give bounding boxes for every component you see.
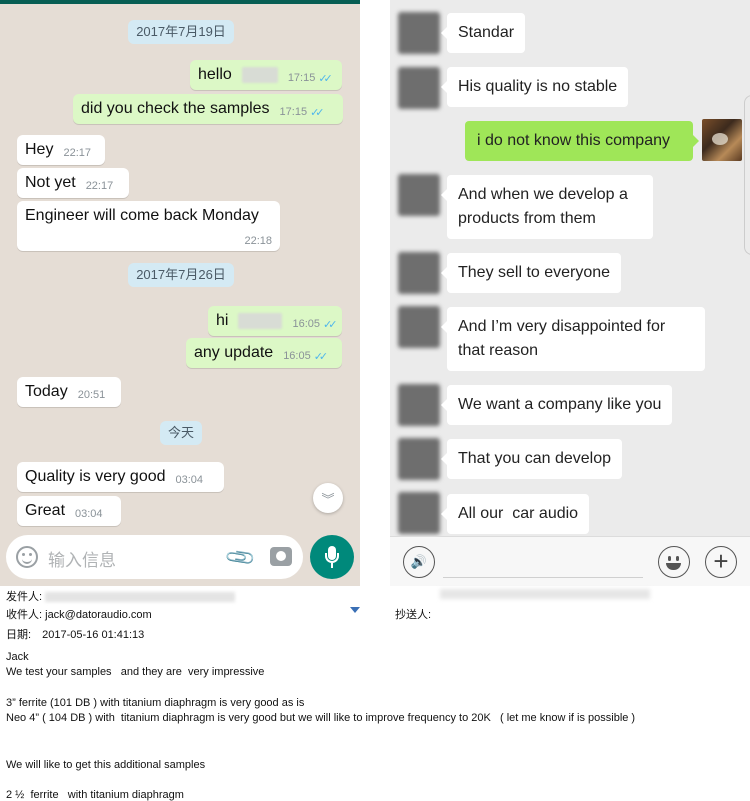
redacted-name xyxy=(241,67,278,83)
contact-avatar[interactable] xyxy=(398,67,440,109)
chevron-double-down-icon: ︾ xyxy=(321,491,335,507)
contact-avatar[interactable] xyxy=(398,252,440,294)
email-body-line: 2 ½ ferrite with titanium diaphragm xyxy=(6,789,184,801)
message-time: 22:18 xyxy=(244,235,272,247)
email-body-line: 3” ferrite (101 DB ) with titanium diaph… xyxy=(6,697,305,709)
message-time: 17:15 xyxy=(279,106,308,118)
contact-avatar[interactable] xyxy=(398,306,440,348)
expand-arrow-icon[interactable] xyxy=(350,607,360,613)
incoming-message[interactable]: And I’m very disappointed for that reaso… xyxy=(441,307,705,371)
read-ticks-icon: ✓✓ xyxy=(310,106,325,119)
message-input-placeholder[interactable]: 输入信息 xyxy=(48,546,116,571)
contact-avatar[interactable] xyxy=(398,384,440,426)
message-input[interactable] xyxy=(443,577,643,578)
wechat-chat-panel: Standar His quality is no stable i do no… xyxy=(390,0,750,586)
message-time: 22:17 xyxy=(85,180,114,192)
email-body-line: We will like to get this additional samp… xyxy=(6,759,206,771)
email-body-line: Jack xyxy=(6,651,29,663)
message-text: Today xyxy=(25,383,68,400)
message-text: Great xyxy=(25,502,66,519)
message-text: any update xyxy=(194,344,274,361)
incoming-message[interactable]: Quality is very good 03:04 xyxy=(17,462,224,492)
incoming-message[interactable]: Great 03:04 xyxy=(17,496,121,526)
to-label: 收件人: xyxy=(6,609,43,621)
read-ticks-icon: ✓✓ xyxy=(313,350,329,363)
incoming-message[interactable]: We want a company like you xyxy=(440,385,673,425)
message-time: 20:51 xyxy=(77,389,106,401)
date-separator: 今天 xyxy=(160,421,202,445)
incoming-message[interactable]: Today 20:51 xyxy=(17,377,121,407)
incoming-message[interactable]: Not yet 22:17 xyxy=(17,168,129,198)
email-panel: 发件人: 收件人: jack@datoraudio.com 抄送人: 日期: 2… xyxy=(0,586,750,801)
incoming-message[interactable]: And when we develop a products from them xyxy=(441,175,653,239)
whatsapp-header-strip xyxy=(0,0,360,4)
emoji-icon[interactable] xyxy=(658,546,690,578)
incoming-message[interactable]: His quality is no stable xyxy=(440,67,629,107)
voice-icon[interactable]: 🔊 xyxy=(403,546,435,578)
microphone-button[interactable] xyxy=(310,535,354,579)
email-body-line: Neo 4” ( 104 DB ) with titanium diaphrag… xyxy=(6,712,636,724)
message-time: 03:04 xyxy=(75,508,103,520)
message-input-bar[interactable]: 输入信息 📎 xyxy=(6,535,303,579)
contact-avatar[interactable] xyxy=(398,438,440,480)
incoming-message[interactable]: Hey 22:17 xyxy=(17,135,105,165)
outgoing-message[interactable]: hello 17:15 ✓✓ xyxy=(190,60,342,90)
wechat-input-bar: 🔊 + xyxy=(390,536,750,586)
whatsapp-chat-panel: 2017年7月19日 hello 17:15 ✓✓ did you check … xyxy=(0,0,360,586)
message-time: 22:17 xyxy=(63,147,91,159)
to-row: 收件人: jack@datoraudio.com xyxy=(6,606,152,622)
cc-row: 抄送人: xyxy=(395,606,431,622)
message-text: Engineer will come back Monday xyxy=(25,207,259,224)
date-separator: 2017年7月19日 xyxy=(128,20,234,44)
outgoing-message[interactable]: i do not know this company xyxy=(465,121,699,161)
attach-icon[interactable]: 📎 xyxy=(223,540,258,575)
outgoing-message[interactable]: any update 16:05 ✓✓ xyxy=(186,338,342,368)
from-label: 发件人: xyxy=(6,591,43,603)
message-time: 03:04 xyxy=(175,474,204,486)
from-row: 发件人: xyxy=(6,588,236,604)
read-ticks-icon: ✓✓ xyxy=(322,318,338,331)
plus-icon[interactable]: + xyxy=(705,546,737,578)
redacted-sender xyxy=(45,592,236,603)
outgoing-message[interactable]: did you check the samples 17:15 ✓✓ xyxy=(73,94,343,124)
contact-avatar[interactable] xyxy=(398,174,440,216)
message-time: 16:05 xyxy=(283,350,311,362)
message-text: hello xyxy=(198,66,232,83)
date-label: 日期: xyxy=(6,629,32,641)
incoming-message[interactable]: That you can develop xyxy=(441,439,622,479)
to-value[interactable]: jack@datoraudio.com xyxy=(45,609,152,621)
incoming-message[interactable]: Engineer will come back Monday 22:18 xyxy=(17,201,280,251)
message-text: Not yet xyxy=(25,174,76,191)
outgoing-message[interactable]: hi 16:05 ✓✓ xyxy=(208,306,342,336)
redacted-name xyxy=(238,313,283,329)
message-text: hi xyxy=(216,312,229,329)
date-row: 日期: 2017-05-16 01:41:13 xyxy=(6,626,144,642)
panel-edge xyxy=(744,95,750,255)
message-text: Hey xyxy=(25,141,54,158)
emoji-icon[interactable] xyxy=(16,546,38,568)
camera-icon[interactable] xyxy=(270,547,292,566)
message-text: did you check the samples xyxy=(81,100,270,117)
incoming-message[interactable]: All our car audio xyxy=(440,494,590,534)
incoming-message[interactable]: They sell to everyone xyxy=(440,253,622,293)
date-separator: 2017年7月26日 xyxy=(128,263,234,287)
message-time: 16:05 xyxy=(292,318,320,330)
read-ticks-icon: ✓✓ xyxy=(318,72,333,85)
self-avatar[interactable] xyxy=(702,119,742,161)
scroll-down-button[interactable]: ︾ xyxy=(313,483,343,513)
contact-avatar[interactable] xyxy=(398,492,440,534)
redacted-header xyxy=(440,589,650,599)
contact-avatar[interactable] xyxy=(398,12,440,54)
message-text: Quality is very good xyxy=(25,468,166,485)
cc-label: 抄送人: xyxy=(395,609,432,621)
email-body-line: We test your samples and they are very i… xyxy=(6,666,265,678)
date-value: 2017-05-16 01:41:13 xyxy=(42,629,145,641)
message-time: 17:15 xyxy=(287,72,316,84)
incoming-message[interactable]: Standar xyxy=(440,13,526,53)
